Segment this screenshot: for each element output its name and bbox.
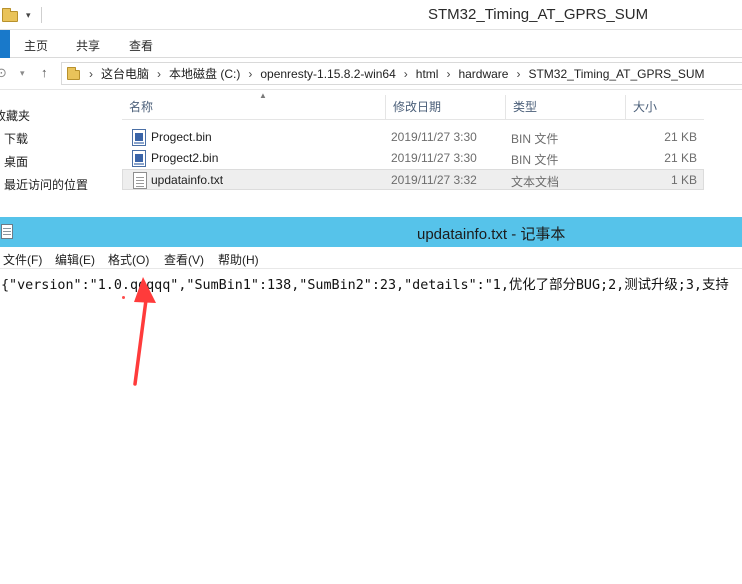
bin-file-icon	[132, 150, 146, 167]
up-arrow-icon[interactable]: ↑	[41, 65, 48, 80]
file-modified-date: 2019/11/27 3:30	[391, 130, 477, 144]
nav-item-favorites[interactable]: 收藏夹	[0, 107, 30, 124]
notepad-text-area[interactable]: {"version":"1.0.qqqqq","SumBin1":138,"Su…	[0, 270, 742, 584]
file-modified-date: 2019/11/27 3:30	[391, 151, 477, 165]
quick-access-dropdown-icon[interactable]: ▾	[26, 10, 31, 21]
file-size: 21 KB	[664, 130, 697, 144]
toolbar-divider	[40, 7, 42, 23]
menu-view[interactable]: 查看(V)	[164, 251, 204, 268]
menu-file[interactable]: 文件(F)	[3, 251, 42, 268]
file-type: BIN 文件	[511, 153, 559, 167]
quick-access-toolbar: ▾	[0, 6, 42, 24]
breadcrumb-hardware[interactable]: hardware	[458, 67, 508, 81]
folder-icon	[67, 66, 81, 80]
explorer-title-bar: ▾ STM32_Timing_AT_GPRS_SUM	[0, 0, 742, 30]
file-row[interactable]: Progect.bin 2019/11/27 3:30 BIN 文件 21 KB	[122, 127, 704, 148]
file-type: BIN 文件	[511, 132, 559, 146]
column-header-date[interactable]: 修改日期	[385, 95, 505, 120]
ribbon-tabs: 主页 共享 查看	[0, 30, 742, 58]
breadcrumb-separator[interactable]: ›	[516, 67, 520, 81]
notepad-menu-bar: 文件(F) 编辑(E) 格式(O) 查看(V) 帮助(H)	[0, 247, 742, 269]
ribbon-file-tab[interactable]	[0, 30, 10, 58]
explorer-window-title: STM32_Timing_AT_GPRS_SUM	[428, 6, 649, 23]
file-modified-date: 2019/11/27 3:32	[391, 173, 477, 187]
breadcrumb-separator[interactable]: ›	[89, 67, 93, 81]
annotation-dot	[122, 296, 125, 299]
breadcrumb-openresty[interactable]: openresty-1.15.8.2-win64	[260, 67, 395, 81]
breadcrumb-separator[interactable]: ›	[404, 67, 408, 81]
file-row-selected[interactable]: updatainfo.txt 2019/11/27 3:32 文本文档 1 KB	[122, 169, 704, 190]
file-name: Progect2.bin	[151, 151, 219, 165]
notepad-content: {"version":"1.0.qqqqq","SumBin1":138,"Su…	[1, 278, 729, 293]
navigation-pane: 收藏夹 下载 桌面 最近访问的位置	[0, 90, 112, 216]
breadcrumb-separator[interactable]: ›	[157, 67, 161, 81]
recent-locations-icon[interactable]: ▾	[20, 68, 25, 79]
breadcrumb-this-pc[interactable]: 这台电脑	[101, 65, 149, 82]
breadcrumb-current-folder[interactable]: STM32_Timing_AT_GPRS_SUM	[528, 67, 704, 81]
nav-item-desktop[interactable]: 桌面	[4, 153, 28, 170]
menu-help[interactable]: 帮助(H)	[218, 251, 259, 268]
menu-edit[interactable]: 编辑(E)	[55, 251, 95, 268]
tab-view[interactable]: 查看	[129, 37, 153, 54]
file-type: 文本文档	[511, 175, 560, 189]
breadcrumb-separator[interactable]: ›	[446, 67, 450, 81]
menu-format[interactable]: 格式(O)	[108, 251, 149, 268]
folder-icon[interactable]	[2, 7, 18, 22]
notepad-title-bar: updatainfo.txt - 记事本	[0, 217, 742, 247]
nav-item-downloads[interactable]: 下载	[4, 130, 28, 147]
nav-item-recent-places[interactable]: 最近访问的位置	[4, 176, 88, 193]
column-header-size[interactable]: 大小	[625, 95, 704, 120]
column-header-row: ▲ 名称 修改日期 类型 大小	[122, 91, 704, 120]
address-bar[interactable]: › 这台电脑 › 本地磁盘 (C:) › openresty-1.15.8.2-…	[61, 62, 742, 85]
bin-file-icon	[132, 129, 146, 146]
breadcrumb-local-disk[interactable]: 本地磁盘 (C:)	[169, 65, 240, 82]
file-list: ▲ 名称 修改日期 类型 大小 Progect.bin 2019/11/27 3…	[113, 90, 742, 216]
file-size: 1 KB	[670, 173, 697, 187]
column-header-name[interactable]: 名称	[122, 95, 385, 120]
tab-home[interactable]: 主页	[24, 37, 48, 54]
notepad-window-title: updatainfo.txt - 记事本	[417, 226, 566, 243]
text-file-icon	[133, 172, 147, 189]
address-row: ⊙ ▾ ↑ › 这台电脑 › 本地磁盘 (C:) › openresty-1.1…	[0, 58, 742, 90]
file-name: updatainfo.txt	[151, 173, 224, 187]
notepad-icon[interactable]	[1, 224, 13, 239]
file-size: 21 KB	[664, 151, 697, 165]
tab-share[interactable]: 共享	[76, 37, 100, 54]
breadcrumb-html[interactable]: html	[416, 67, 439, 81]
breadcrumb-separator[interactable]: ›	[248, 67, 252, 81]
forward-icon[interactable]: ⊙	[0, 65, 7, 81]
file-row[interactable]: Progect2.bin 2019/11/27 3:30 BIN 文件 21 K…	[122, 148, 704, 169]
column-header-type[interactable]: 类型	[505, 95, 625, 120]
file-name: Progect.bin	[151, 130, 212, 144]
